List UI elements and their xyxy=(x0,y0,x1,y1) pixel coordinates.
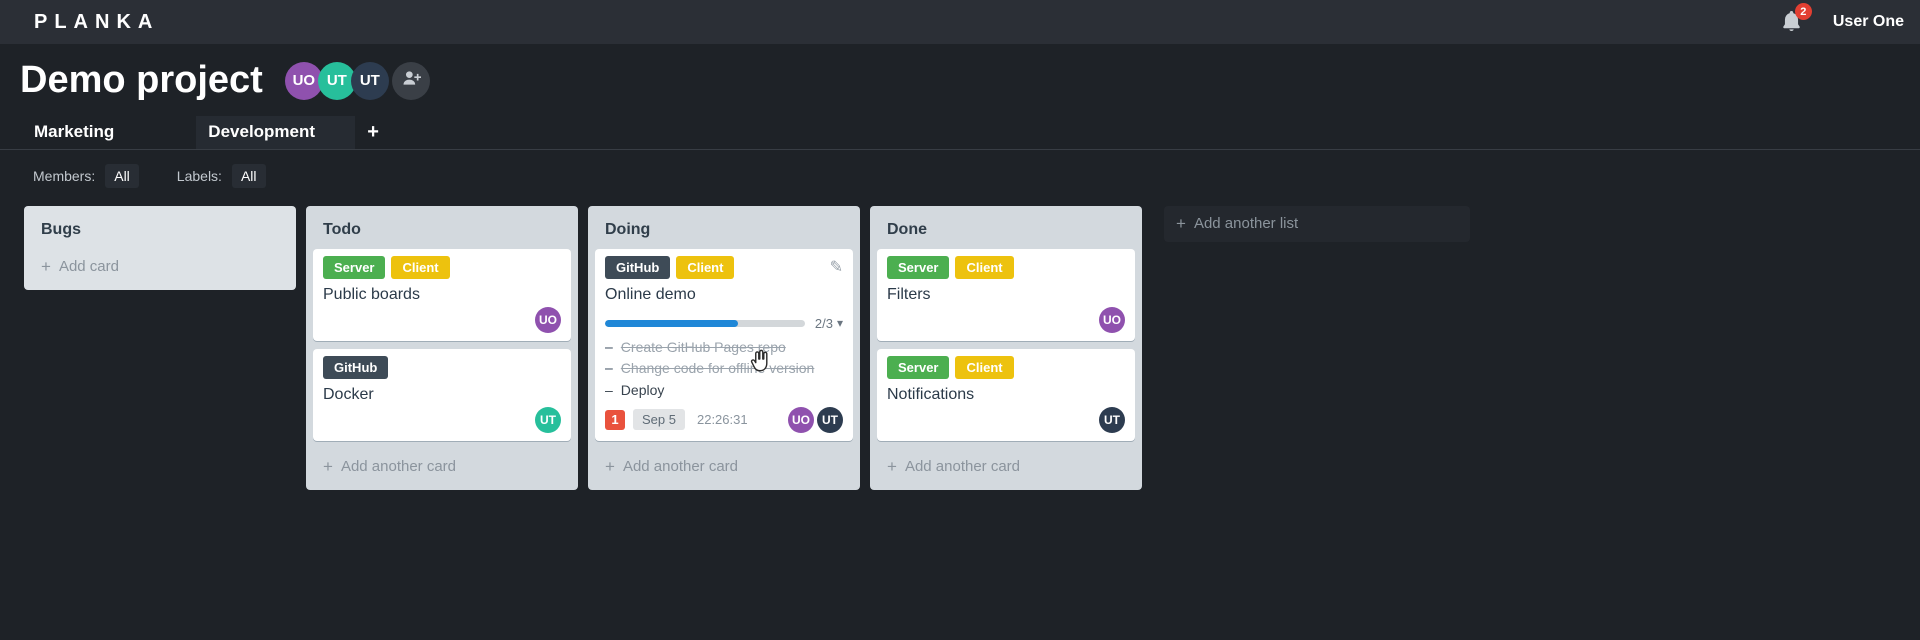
add-list-label: Add another list xyxy=(1193,215,1299,233)
members-filter-label: Members: xyxy=(33,167,96,184)
list-todo: Todo Server Client Public boards UO GitH… xyxy=(306,205,578,490)
card-title: Online demo xyxy=(605,285,696,303)
card-title: Notifications xyxy=(887,385,975,403)
task-item: Create GitHub Pages repo xyxy=(605,337,843,359)
label-client: Client xyxy=(676,255,735,279)
list-title[interactable]: Bugs xyxy=(31,213,289,249)
list-title[interactable]: Done xyxy=(877,213,1135,249)
label-client: Client xyxy=(955,255,1014,279)
card-title: Docker xyxy=(323,385,374,403)
list-title[interactable]: Doing xyxy=(595,213,853,249)
card-member-avatar: UT xyxy=(1099,406,1125,433)
plus-icon: + xyxy=(323,456,333,476)
plus-icon: + xyxy=(887,456,897,476)
card-members: UO xyxy=(887,306,1125,333)
card-public-boards[interactable]: Server Client Public boards UO xyxy=(313,248,571,341)
project-members: UO UT UT xyxy=(284,61,430,100)
board: Bugs + Add card Todo Server Client Publi… xyxy=(0,188,1920,490)
card-badges: 1 Sep 5 22:26:31 UO UT xyxy=(605,406,843,433)
card-members: UO UT xyxy=(788,406,843,433)
plus-icon: + xyxy=(41,256,51,276)
label-server: Server xyxy=(887,255,950,279)
card-member-avatar: UT xyxy=(535,406,561,433)
card-member-avatar: UO xyxy=(535,306,561,333)
list-done: Done Server Client Filters UO Server Cli… xyxy=(870,205,1142,490)
add-card-label: Add another card xyxy=(622,458,739,476)
label-server: Server xyxy=(887,355,950,379)
label-client: Client xyxy=(391,255,450,279)
topbar-right: 2 User One xyxy=(1781,3,1904,34)
add-card-button[interactable]: + Add card xyxy=(31,249,289,283)
due-date-badge: Sep 5 xyxy=(633,409,685,431)
progress-label: 2/3 xyxy=(814,315,833,331)
edit-card-icon[interactable]: ✎ xyxy=(830,257,843,277)
add-card-button[interactable]: + Add another card xyxy=(877,449,1135,483)
card-member-avatar: UO xyxy=(788,406,814,433)
card-members: UT xyxy=(323,406,561,433)
label-client: Client xyxy=(955,355,1014,379)
list-title[interactable]: Todo xyxy=(313,213,571,249)
tasks-progress: 2/3 ▾ xyxy=(605,316,843,331)
card-docker[interactable]: GitHub Docker UT xyxy=(313,348,571,441)
notification-count-badge: 1 xyxy=(605,409,625,430)
notifications-button[interactable]: 2 xyxy=(1781,3,1812,34)
add-user-icon xyxy=(401,69,421,92)
card-filters[interactable]: Server Client Filters UO xyxy=(877,248,1135,341)
label-server: Server xyxy=(323,255,386,279)
list-bugs: Bugs + Add card xyxy=(24,205,296,290)
add-board-button[interactable]: + xyxy=(367,116,379,149)
card-online-demo[interactable]: GitHub Client ✎ Online demo 2/3 ▾ Create… xyxy=(595,248,853,441)
card-labels: Server Client xyxy=(323,255,561,279)
task-item: Change code for offline version xyxy=(605,358,843,380)
project-header: Demo project UO UT UT xyxy=(0,44,1920,102)
card-title: Public boards xyxy=(323,285,420,303)
card-notifications[interactable]: Server Client Notifications UT xyxy=(877,348,1135,441)
add-list-button[interactable]: + Add another list xyxy=(1164,205,1470,242)
timer-badge: 22:26:31 xyxy=(696,412,748,428)
list-doing: Doing GitHub Client ✎ Online demo 2/3 ▾ … xyxy=(588,205,860,490)
plus-icon: + xyxy=(605,456,615,476)
top-bar: PLANKA 2 User One xyxy=(0,0,1920,44)
card-members: UO xyxy=(323,306,561,333)
members-filter-value[interactable]: All xyxy=(105,163,139,188)
card-members: UT xyxy=(887,406,1125,433)
label-github: GitHub xyxy=(605,255,671,279)
progress-fill xyxy=(605,319,739,327)
card-labels: Server Client xyxy=(887,255,1125,279)
task-item: Deploy xyxy=(605,380,843,402)
planka-logo: PLANKA xyxy=(34,10,160,33)
card-labels: Server Client xyxy=(887,355,1125,379)
card-labels: GitHub xyxy=(323,355,561,379)
board-tabs: Marketing Development + xyxy=(0,115,1920,150)
card-member-avatar: UT xyxy=(817,406,843,433)
add-member-button[interactable] xyxy=(391,61,430,100)
add-card-button[interactable]: + Add another card xyxy=(595,449,853,483)
labels-filter-label: Labels: xyxy=(176,167,222,184)
label-github: GitHub xyxy=(323,355,389,379)
add-card-label: Add another card xyxy=(340,458,457,476)
planka-app: PLANKA 2 User One Demo project UO UT UT xyxy=(0,0,1920,640)
task-list: Create GitHub Pages repo Change code for… xyxy=(605,337,843,402)
tab-development[interactable]: Development xyxy=(196,115,356,149)
add-card-button[interactable]: + Add another card xyxy=(313,449,571,483)
project-title[interactable]: Demo project xyxy=(20,59,263,102)
chevron-down-icon[interactable]: ▾ xyxy=(837,316,843,330)
card-labels: GitHub Client ✎ xyxy=(605,255,843,279)
member-avatar[interactable]: UT xyxy=(350,61,389,100)
labels-filter-value[interactable]: All xyxy=(231,163,266,188)
notification-count-badge: 2 xyxy=(1794,3,1812,20)
card-member-avatar: UO xyxy=(1099,306,1125,333)
progress-bar xyxy=(605,319,805,327)
plus-icon: + xyxy=(1176,213,1186,233)
card-title: Filters xyxy=(887,285,931,303)
add-card-label: Add card xyxy=(58,258,119,276)
add-card-label: Add another card xyxy=(904,458,1021,476)
user-menu[interactable]: User One xyxy=(1833,13,1904,31)
tab-marketing[interactable]: Marketing xyxy=(34,116,114,149)
filters-bar: Members: All Labels: All xyxy=(0,150,1920,188)
